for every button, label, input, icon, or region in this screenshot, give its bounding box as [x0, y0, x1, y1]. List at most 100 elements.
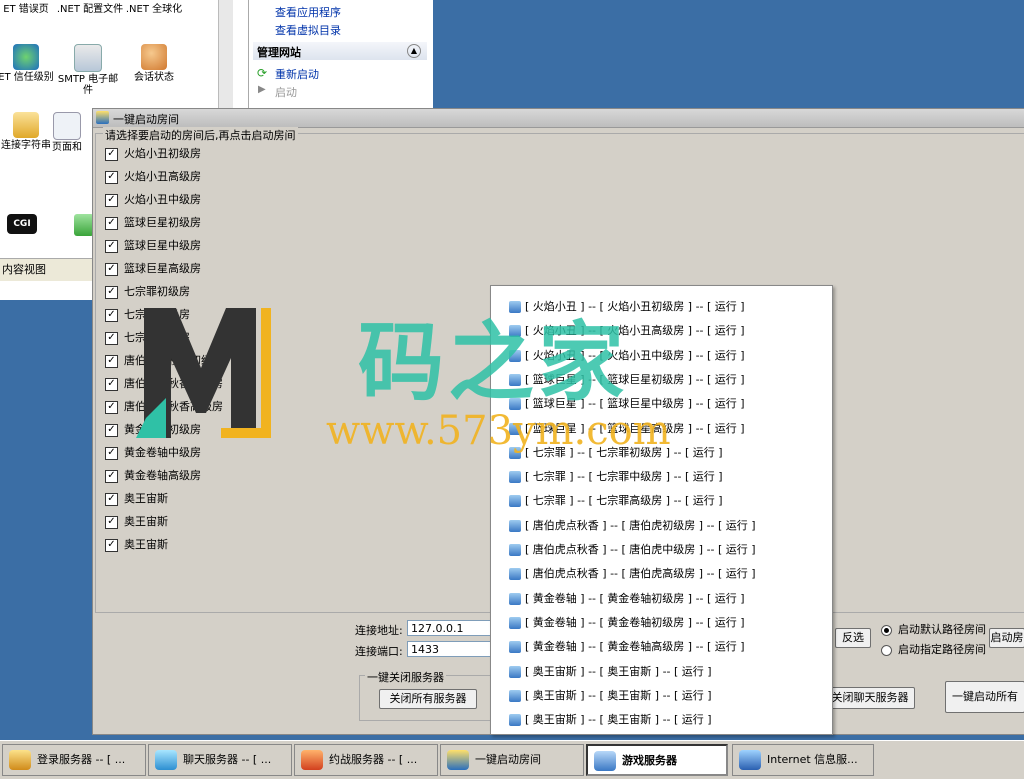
app-icon: [96, 111, 109, 124]
room-checkbox[interactable]: ✓: [105, 193, 118, 207]
room-checkbox-row[interactable]: ✓ 火焰小丑高级房: [105, 168, 201, 186]
server-list-item[interactable]: [ 奥王宙斯 ] -- [ 奥王宙斯 ] -- [ 运行 ]: [509, 687, 712, 705]
radio-default-path[interactable]: 启动默认路径房间: [881, 621, 986, 637]
server-list-item[interactable]: [ 七宗罪 ] -- [ 七宗罪中级房 ] -- [ 运行 ]: [509, 468, 723, 486]
server-icon: [509, 519, 521, 532]
iis-feature-pages[interactable]: 页面和: [42, 112, 92, 153]
view-applications-link[interactable]: 查看应用程序: [275, 4, 341, 20]
taskbar-button[interactable]: Internet 信息服...: [732, 744, 874, 776]
taskbar-button[interactable]: 登录服务器 -- [ ...: [2, 744, 146, 776]
server-icon: [509, 592, 521, 605]
room-checkbox[interactable]: ✓: [105, 308, 118, 322]
server-list-item[interactable]: [ 黄金卷轴 ] -- [ 黄金卷轴初级房 ] -- [ 运行 ]: [509, 590, 745, 608]
iis-feature-net-config[interactable]: .NET 配置文件: [56, 4, 124, 15]
room-checkbox-row[interactable]: ✓ 黄金卷轴高级房: [105, 467, 201, 485]
taskbar-button[interactable]: 约战服务器 -- [ ...: [294, 744, 438, 776]
start-link[interactable]: 启动: [275, 84, 297, 100]
server-list-item[interactable]: [ 黄金卷轴 ] -- [ 黄金卷轴高级房 ] -- [ 运行 ]: [509, 638, 745, 656]
radio-custom-indicator[interactable]: [881, 644, 892, 656]
iis-feature-label: ET 错误页: [3, 4, 49, 15]
radio-custom-path[interactable]: 启动指定路径房间: [881, 641, 986, 657]
room-checkbox-row[interactable]: ✓ 奥王宙斯: [105, 536, 168, 554]
battle-server-icon: [301, 750, 323, 770]
server-icon: [509, 568, 521, 581]
server-item-text: [ 黄金卷轴 ] -- [ 黄金卷轴初级房 ] -- [ 运行 ]: [525, 615, 745, 629]
invert-selection-button[interactable]: 反选: [835, 628, 871, 648]
server-icon: [509, 471, 521, 484]
room-checkbox[interactable]: ✓: [105, 239, 118, 253]
iis-feature-error-pages[interactable]: ET 错误页: [0, 4, 60, 15]
room-checkbox[interactable]: ✓: [105, 538, 118, 552]
manage-site-title: 管理网站: [257, 46, 301, 59]
dialog-titlebar[interactable]: 一键启动房间: [93, 109, 1024, 128]
room-label: 奥王宙斯: [124, 492, 168, 505]
server-list-item[interactable]: [ 唐伯虎点秋香 ] -- [ 唐伯虎中级房 ] -- [ 运行 ]: [509, 541, 756, 559]
room-checkbox[interactable]: ✓: [105, 400, 118, 414]
server-list-item[interactable]: [ 七宗罪 ] -- [ 七宗罪高级房 ] -- [ 运行 ]: [509, 492, 723, 510]
iis-feature-smtp[interactable]: SMTP 电子邮件: [54, 44, 122, 96]
server-icon: [509, 665, 521, 678]
room-checkbox-row[interactable]: ✓ 篮球巨星中级房: [105, 237, 201, 255]
taskbar-button-label: 一键启动房间: [475, 753, 541, 766]
iis-feature-session-state[interactable]: 会话状态: [120, 44, 188, 83]
start-room-button[interactable]: 启动房: [989, 628, 1024, 648]
taskbar: 登录服务器 -- [ ... 聊天服务器 -- [ ... 约战服务器 -- [ .…: [0, 740, 1024, 779]
room-checkbox-row[interactable]: ✓ 奥王宙斯: [105, 490, 168, 508]
database-icon: [13, 112, 39, 138]
room-checkbox[interactable]: ✓: [105, 170, 118, 184]
server-item-text: [ 奥王宙斯 ] -- [ 奥王宙斯 ] -- [ 运行 ]: [525, 664, 712, 678]
server-list-item[interactable]: [ 唐伯虎点秋香 ] -- [ 唐伯虎高级房 ] -- [ 运行 ]: [509, 565, 756, 583]
taskbar-button-label: 约战服务器 -- [ ...: [329, 753, 418, 766]
view-virtual-dirs-link[interactable]: 查看虚拟目录: [275, 22, 341, 38]
server-list-item[interactable]: [ 奥王宙斯 ] -- [ 奥王宙斯 ] -- [ 运行 ]: [509, 711, 712, 729]
room-checkbox[interactable]: ✓: [105, 147, 118, 161]
room-checkbox-row[interactable]: ✓ 火焰小丑初级房: [105, 145, 201, 163]
manage-site-header[interactable]: 管理网站 ▲: [253, 42, 427, 60]
server-list-item[interactable]: [ 唐伯虎点秋香 ] -- [ 唐伯虎初级房 ] -- [ 运行 ]: [509, 517, 756, 535]
start-all-button[interactable]: 一键启动所有: [945, 681, 1024, 713]
close-chat-server-button[interactable]: 关闭聊天服务器: [825, 687, 915, 709]
restart-link[interactable]: 重新启动: [275, 66, 319, 82]
room-checkbox[interactable]: ✓: [105, 262, 118, 276]
iis-feature-label: SMTP 电子邮件: [57, 74, 119, 96]
taskbar-button[interactable]: 游戏服务器: [586, 744, 728, 776]
instruction-label: 请选择要启动的房间后,再点击启动房间: [103, 127, 298, 143]
server-icon: [509, 641, 521, 654]
room-checkbox[interactable]: ✓: [105, 423, 118, 437]
connect-address-input[interactable]: 127.0.0.1: [407, 620, 497, 636]
server-list-item[interactable]: [ 黄金卷轴 ] -- [ 黄金卷轴初级房 ] -- [ 运行 ]: [509, 614, 745, 632]
server-list-item[interactable]: [ 奥王宙斯 ] -- [ 奥王宙斯 ] -- [ 运行 ]: [509, 663, 712, 681]
room-checkbox[interactable]: ✓: [105, 285, 118, 299]
room-checkbox-row[interactable]: ✓ 篮球巨星高级房: [105, 260, 201, 278]
taskbar-button[interactable]: 聊天服务器 -- [ ...: [148, 744, 292, 776]
room-checkbox[interactable]: ✓: [105, 446, 118, 460]
content-view-label: 内容视图: [2, 263, 46, 276]
connect-address-label: 连接地址:: [355, 624, 403, 637]
room-checkbox[interactable]: ✓: [105, 377, 118, 391]
room-checkbox[interactable]: ✓: [105, 216, 118, 230]
server-icon: [509, 689, 521, 702]
iis-feature-trust-level[interactable]: ET 信任级别: [0, 44, 60, 83]
room-label: 奥王宙斯: [124, 538, 168, 551]
room-checkbox-row[interactable]: ✓ 火焰小丑中级房: [105, 191, 201, 209]
iis-feature-cgi[interactable]: CGI: [0, 214, 56, 236]
room-checkbox[interactable]: ✓: [105, 331, 118, 345]
room-checkbox[interactable]: ✓: [105, 515, 118, 529]
room-checkbox[interactable]: ✓: [105, 492, 118, 506]
room-checkbox-row[interactable]: ✓ 篮球巨星初级房: [105, 214, 201, 232]
radio-default-indicator[interactable]: [881, 624, 892, 636]
iis-feature-label: 会话状态: [134, 72, 174, 83]
connect-port-input[interactable]: 1433: [407, 641, 497, 657]
taskbar-button-label: 登录服务器 -- [ ...: [37, 753, 126, 766]
room-checkbox[interactable]: ✓: [105, 354, 118, 368]
room-checkbox-row[interactable]: ✓ 奥王宙斯: [105, 513, 168, 531]
iis-scrollbar[interactable]: [218, 0, 233, 108]
iis-feature-net-globalization[interactable]: .NET 全球化: [120, 4, 188, 15]
server-icon: [509, 616, 521, 629]
server-item-text: [ 黄金卷轴 ] -- [ 黄金卷轴高级房 ] -- [ 运行 ]: [525, 640, 745, 654]
room-checkbox[interactable]: ✓: [105, 469, 118, 483]
page-icon: [53, 112, 81, 140]
collapse-icon[interactable]: ▲: [407, 44, 421, 58]
close-all-servers-button[interactable]: 关闭所有服务器: [379, 689, 477, 709]
taskbar-button[interactable]: 一键启动房间: [440, 744, 584, 776]
